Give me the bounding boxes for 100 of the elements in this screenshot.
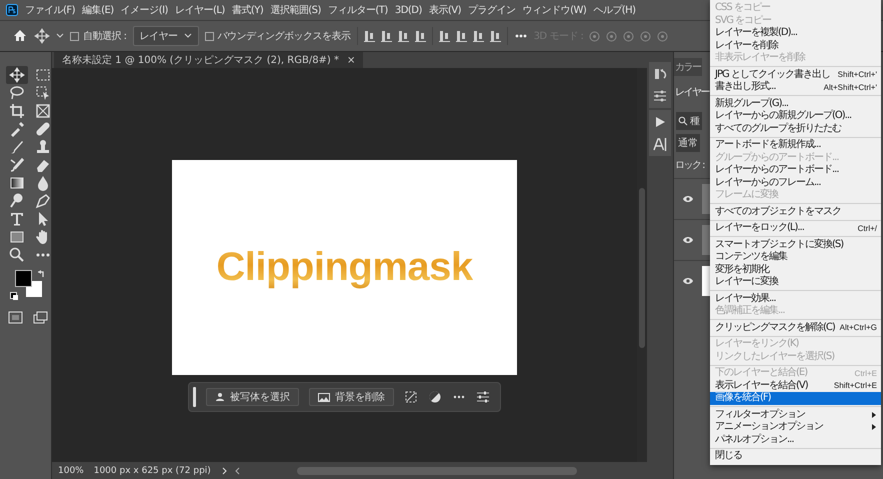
context-menu-item[interactable]: 表示レイヤーを結合(V) Shift+Ctrl+E [710, 380, 881, 392]
close-tab-button[interactable]: × [347, 54, 356, 66]
align-left-icon[interactable] [364, 30, 375, 42]
eye-icon[interactable] [682, 235, 694, 245]
menu-item[interactable]: 書式(Y) [232, 3, 264, 17]
align-center-icon[interactable] [380, 30, 392, 42]
align-right-icon[interactable] [398, 30, 409, 42]
task-bar-button[interactable]: 被写体を選択 [206, 388, 299, 406]
context-menu-item[interactable]: アートボードを新規作成... [710, 139, 881, 152]
default-colors-icon[interactable] [10, 292, 19, 301]
context-menu-item[interactable]: コンテンツを編集 [710, 251, 881, 264]
more-tools-icon [36, 253, 50, 257]
menu-item[interactable]: 選択範囲(S) [270, 3, 321, 17]
context-menu-item[interactable]: 新規グループ(G)... [710, 98, 881, 110]
context-menu-item[interactable]: レイヤーからのアートボード... [710, 164, 881, 176]
panel-tab[interactable]: カラー [674, 58, 702, 76]
type-icon [8, 210, 26, 228]
caret-icon [184, 32, 192, 40]
menu-item[interactable]: 3D(D) [394, 4, 422, 16]
document-tab-title[interactable]: 名称未設定 1 @ 100% (クリッピングマスク (2), RGB/8#) * [62, 53, 340, 67]
contrast-icon[interactable] [428, 390, 442, 404]
lasso-icon [8, 84, 26, 102]
menu-item[interactable]: レイヤー(L) [174, 3, 225, 17]
shortcut-label: Shift+Ctrl+' [838, 70, 877, 80]
tool-button[interactable] [6, 66, 28, 84]
shortcut-label: Ctrl+/ [858, 224, 877, 233]
context-menu-item[interactable]: アニメーションオプション [710, 421, 881, 434]
image-icon [318, 392, 330, 402]
zoom-level[interactable]: 100% [58, 466, 84, 476]
swap-arrow-icon[interactable] [36, 268, 46, 278]
chevron-right-icon[interactable] [220, 466, 228, 474]
shortcut-label: Shift+Ctrl+E [834, 381, 877, 390]
menu-item[interactable]: ファイル(F) [25, 3, 76, 17]
quick-mask-icon[interactable] [8, 310, 23, 325]
play-icon[interactable] [653, 115, 667, 129]
eye-icon[interactable] [682, 276, 694, 286]
menu-item[interactable]: イメージ(I) [120, 3, 168, 17]
frame-icon [34, 102, 52, 120]
shortcut-label: Alt+Ctrl+G [840, 323, 877, 332]
align-bottom-icon[interactable] [472, 30, 484, 42]
horizontal-scrollbar[interactable] [296, 466, 577, 474]
caret-icon[interactable] [56, 32, 64, 40]
screen-mode-icon[interactable] [33, 310, 48, 325]
move-tool-icon [8, 66, 26, 84]
context-menu-item[interactable]: 変形を初期化 [710, 264, 881, 276]
blend-mode-dropdown[interactable]: 通常 [676, 134, 700, 152]
menu-item[interactable]: ヘルプ(H) [593, 3, 636, 17]
align-top-icon[interactable] [438, 30, 450, 42]
context-menu-item[interactable]: レイヤーからのフレーム... [710, 176, 881, 189]
layer-filter-field[interactable]: 種 [676, 112, 702, 130]
menu-item[interactable]: ウィンドウ(W) [522, 3, 586, 17]
context-menu-item[interactable]: レイヤー効果... [710, 292, 881, 305]
auto-select-checkbox[interactable]: 自動選択 : [70, 29, 127, 43]
crop-icon [8, 102, 26, 120]
context-menu-item[interactable]: スマートオブジェクトに変換(S) [710, 238, 881, 251]
eye-icon[interactable] [682, 194, 694, 204]
target-dropdown[interactable]: レイヤー [132, 26, 199, 46]
task-bar-button[interactable]: 背景を削除 [309, 388, 394, 406]
context-menu-item[interactable]: クリッピングマスクを解除(C) Alt+Ctrl+G [710, 322, 881, 334]
adjustments-icon[interactable] [653, 89, 667, 103]
transform-icon[interactable] [404, 390, 418, 404]
history-brush-icon [8, 156, 26, 174]
search-icon [678, 116, 688, 126]
shortcut-label: Ctrl+E [854, 368, 877, 378]
distribute-icon[interactable] [414, 30, 426, 42]
context-menu-item[interactable]: パネルオプション... [710, 434, 881, 446]
app-logo-icon[interactable] [6, 4, 18, 16]
context-menu-item[interactable]: JPG としてクイック書き出し Shift+Ctrl+' [710, 68, 881, 81]
character-icon[interactable] [653, 137, 667, 151]
distribute-vertical-icon[interactable] [490, 30, 501, 42]
context-menu-item[interactable]: すべてのグループを折りたたむ [710, 122, 881, 135]
menu-item[interactable]: 編集(E) [82, 3, 114, 17]
menu-item[interactable]: 表示(V) [428, 3, 462, 17]
context-menu-item[interactable]: 画像を統合(F) [710, 392, 881, 404]
context-menu-item[interactable]: すべてのオブジェクトをマスク [710, 206, 881, 218]
align-middle-icon[interactable] [456, 30, 467, 42]
drag-handle[interactable] [193, 387, 196, 407]
stamp-icon [34, 138, 52, 156]
history-icon[interactable] [653, 67, 667, 81]
context-menu-item[interactable]: 閉じる [710, 450, 881, 462]
context-menu-item[interactable]: 書き出し形式... Alt+Shift+Ctrl+' [710, 81, 881, 94]
move-icon[interactable] [34, 28, 50, 44]
home-icon[interactable] [12, 28, 28, 44]
context-menu-item[interactable]: レイヤーからの新規グループ(O)... [710, 110, 881, 122]
lock-label: ロック : [674, 159, 706, 173]
color-swatches-drawing[interactable] [15, 270, 42, 297]
context-menu-item[interactable]: レイヤーを削除 [710, 40, 881, 52]
chevron-left-icon[interactable] [234, 466, 241, 474]
menu-item[interactable]: プラグイン [468, 3, 516, 17]
vertical-scrollbar[interactable] [639, 188, 645, 348]
context-menu-item[interactable]: レイヤーをロック(L)... Ctrl+/ [710, 222, 881, 234]
shortcut-label: Alt+Shift+Ctrl+' [824, 82, 877, 92]
menu-item[interactable]: フィルター(T) [328, 3, 388, 17]
context-menu-item[interactable]: フィルターオプション [710, 408, 881, 421]
context-menu-item[interactable]: レイヤーを複製(D)... [710, 27, 881, 40]
sliders-icon[interactable] [476, 390, 490, 404]
context-menu-item[interactable]: レイヤーに変換 [710, 276, 881, 288]
bounding-box-checkbox[interactable]: バウンディングボックスを表示 [204, 29, 351, 43]
zoom-icon [8, 246, 26, 264]
person-icon [215, 392, 225, 402]
